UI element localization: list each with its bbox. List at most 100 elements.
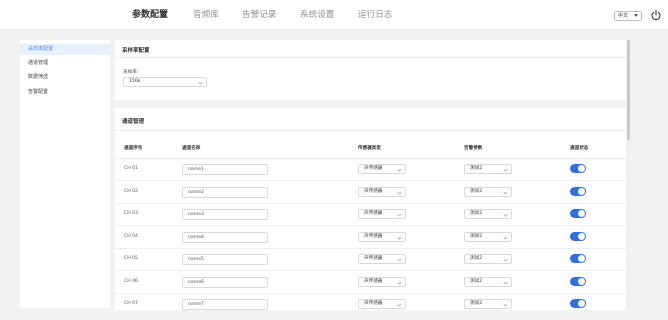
channel-status-toggle[interactable] — [570, 299, 586, 308]
sidebar-item-label: 通道管理 — [28, 60, 49, 66]
channel-id: CH 06 — [124, 278, 138, 284]
channel-name-input[interactable]: name7 — [182, 299, 268, 310]
table-row: CH 04 name4 声传感器 测试2 — [115, 227, 626, 249]
alarm-param-value: 测试2 — [470, 233, 483, 239]
sensor-type-value: 声传感器 — [364, 211, 383, 216]
tab-alarm-records[interactable]: 告警记录 — [242, 9, 276, 21]
chevron-down-icon — [503, 167, 508, 172]
channel-status-toggle[interactable] — [570, 276, 586, 286]
alarm-param-select[interactable]: 测试2 — [464, 254, 512, 264]
sampling-rate-title: 采样率配置 — [122, 48, 150, 54]
alarm-param-select[interactable]: 测试2 — [464, 231, 512, 242]
alarm-param-select[interactable]: 测试2 — [464, 299, 512, 309]
toggle-knob — [578, 277, 585, 285]
alarm-param-select[interactable]: 测试2 — [464, 186, 512, 197]
table-row: CH 06 name6 声传感器 测试2 — [115, 272, 626, 294]
chevron-down-icon — [503, 279, 508, 285]
sidebar-item-label: 采样率配置 — [28, 46, 54, 52]
divider — [115, 57, 626, 58]
tab-system-settings[interactable]: 系统设置 — [300, 9, 334, 21]
sampling-rate-value: 150k — [129, 79, 141, 84]
tab-run-log[interactable]: 运行日志 — [358, 9, 392, 21]
toggle-knob — [578, 232, 585, 240]
sampling-rate-select[interactable]: 150k — [123, 77, 207, 87]
table-row: CH 02 name2 声传感器 测试2 — [115, 182, 626, 204]
chevron-down-icon — [503, 302, 508, 307]
chevron-down-icon — [397, 234, 402, 240]
alarm-param-value: 测试2 — [470, 278, 483, 284]
language-select-value: 中文 — [618, 13, 629, 19]
channel-id: CH 03 — [124, 211, 138, 216]
sensor-type-select[interactable]: 声传感器 — [358, 276, 406, 287]
sensor-type-select[interactable]: 声传感器 — [358, 186, 406, 197]
channel-management-card: 通道管理 通道序号 通道名称 传感器类型 告警参数 通道状态 CH 01 nam… — [115, 108, 626, 310]
channel-id: CH 01 — [124, 166, 138, 171]
tab-audio-library[interactable]: 音频库 — [193, 9, 219, 21]
sensor-type-select[interactable]: 声传感器 — [358, 209, 406, 219]
channel-id: CH 04 — [124, 233, 138, 239]
sensor-type-value: 声传感器 — [364, 278, 383, 284]
sidebar-item-label: 数据筛选 — [28, 74, 49, 80]
table-row: CH 01 name1 声传感器 测试2 — [115, 159, 626, 181]
tab-parameter-config[interactable]: 参数配置 — [132, 9, 168, 21]
sidebar-item-channel-management[interactable]: 通道管理 — [20, 58, 110, 69]
chevron-down-icon — [397, 279, 402, 285]
sensor-type-select[interactable]: 声传感器 — [358, 299, 406, 309]
channel-status-toggle[interactable] — [570, 186, 586, 196]
sensor-type-value: 声传感器 — [364, 301, 383, 306]
scrollbar-thumb[interactable] — [627, 40, 630, 140]
alarm-param-select[interactable]: 测试2 — [464, 164, 512, 174]
toggle-knob — [578, 165, 585, 172]
language-select[interactable]: 中文 — [614, 11, 642, 21]
sensor-type-select[interactable]: 声传感器 — [358, 254, 406, 264]
channel-status-toggle[interactable] — [570, 254, 586, 263]
column-header-channel-id: 通道序号 — [124, 146, 143, 151]
alarm-param-select[interactable]: 测试2 — [464, 209, 512, 219]
column-header-alarm-param: 告警参数 — [464, 146, 483, 151]
column-header-channel-status: 通道状态 — [570, 146, 589, 151]
channel-status-toggle[interactable] — [570, 231, 586, 241]
chevron-down-icon — [503, 212, 508, 217]
sensor-type-select[interactable]: 声传感器 — [358, 231, 406, 242]
channel-name-input[interactable]: name1 — [182, 164, 268, 175]
channel-name-input[interactable]: name6 — [182, 276, 268, 288]
column-header-channel-name: 通道名称 — [182, 146, 201, 151]
alarm-param-value: 测试2 — [470, 166, 483, 171]
channel-id: CH 05 — [124, 256, 138, 261]
toggle-knob — [578, 300, 585, 307]
channel-id: CH 07 — [124, 301, 138, 306]
sensor-type-select[interactable]: 声传感器 — [358, 164, 406, 174]
column-header-sensor-type: 传感器类型 — [358, 146, 381, 151]
chevron-down-icon — [503, 189, 508, 195]
channel-management-title: 通道管理 — [122, 119, 145, 125]
chevron-down-icon — [397, 212, 402, 217]
chevron-down-icon — [397, 189, 402, 195]
chevron-down-icon — [397, 257, 402, 262]
channel-name-input[interactable]: name3 — [182, 209, 268, 220]
chevron-down-icon — [634, 14, 638, 17]
chevron-down-icon — [397, 302, 402, 307]
table-row: CH 07 name7 声传感器 测试2 — [115, 294, 626, 310]
divider — [115, 130, 626, 131]
chevron-down-icon — [397, 167, 402, 172]
alarm-param-value: 测试2 — [470, 211, 483, 216]
channel-id: CH 02 — [124, 188, 138, 194]
alarm-param-select[interactable]: 测试2 — [464, 276, 512, 287]
sidebar-item-data-filter[interactable]: 数据筛选 — [20, 72, 110, 83]
channel-status-toggle[interactable] — [570, 209, 586, 218]
channel-name-input[interactable]: name4 — [182, 231, 268, 243]
power-icon[interactable] — [650, 9, 662, 21]
sampling-rate-card: 采样率配置 采样率: 150k — [115, 40, 626, 100]
alarm-param-value: 测试2 — [470, 188, 483, 194]
sidebar-item-sampling-rate[interactable]: 采样率配置 — [20, 44, 110, 55]
sidebar: 采样率配置 通道管理 数据筛选 告警配置 — [20, 40, 110, 308]
table-row: CH 05 name5 声传感器 测试2 — [115, 249, 626, 271]
table-row: CH 03 name3 声传感器 测试2 — [115, 204, 626, 226]
sidebar-item-alarm-config[interactable]: 告警配置 — [20, 87, 110, 98]
scrollbar[interactable] — [627, 40, 630, 308]
chevron-down-icon — [198, 80, 203, 85]
channel-name-input[interactable]: name5 — [182, 254, 268, 265]
channel-name-input[interactable]: name2 — [182, 186, 268, 198]
channel-status-toggle[interactable] — [570, 164, 586, 173]
sidebar-item-label: 告警配置 — [28, 89, 49, 95]
